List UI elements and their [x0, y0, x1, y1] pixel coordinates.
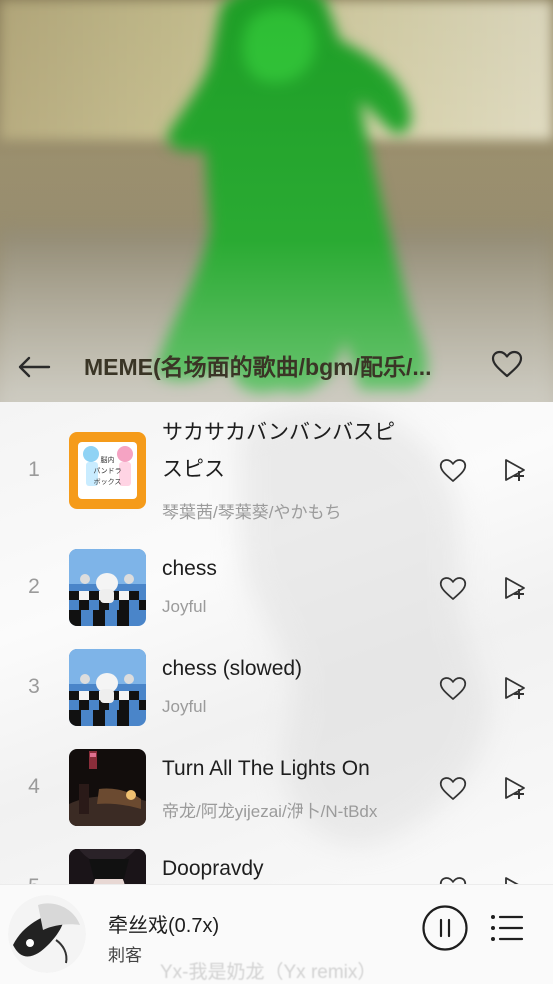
album-cover [69, 549, 146, 626]
song-artist: Joyful [162, 597, 207, 616]
play-add-icon [505, 677, 525, 699]
song-artist: 帝龙/阿龙yijezai/洢卜/N-tBdx [162, 802, 378, 821]
svg-text:脳内: 脳内 [101, 455, 115, 464]
song-title: Doopravdy [162, 857, 264, 880]
play-add-icon [505, 777, 525, 799]
list-item[interactable]: 2 chess Joyful [0, 547, 553, 647]
like-song-button[interactable] [436, 872, 470, 884]
like-song-button[interactable] [436, 772, 470, 804]
track-number: 1 [28, 458, 40, 481]
arrow-left-icon [18, 356, 51, 378]
play-next-button[interactable] [498, 872, 532, 884]
svg-text:パンドラ: パンドラ [93, 467, 121, 475]
like-song-button[interactable] [436, 454, 470, 486]
mini-player[interactable]: Yx-我是奶龙（Yx remix） 牵丝戏(0.7x) 刺客 [0, 884, 553, 984]
song-title: Turn All The Lights On [162, 757, 370, 780]
underlying-song-title: Yx-我是奶龙（Yx remix） [160, 962, 377, 983]
now-playing-title: 牵丝戏(0.7x) [108, 915, 220, 937]
play-next-button[interactable] [498, 454, 532, 486]
playlist-queue-button[interactable] [490, 913, 524, 943]
heart-outline-icon [439, 458, 467, 482]
song-artist: 琴葉茜/琴葉葵/やかもち [162, 503, 342, 522]
album-cover [69, 749, 146, 826]
pause-button[interactable] [422, 905, 468, 951]
track-number: 2 [28, 575, 40, 598]
play-add-icon [505, 459, 525, 481]
favorite-playlist-button[interactable] [488, 346, 526, 382]
list-item[interactable]: 1 脳内 パンドラ ボックス サカサカバンバンバスピスピス 琴葉茜/琴葉葵/やか… [0, 412, 553, 522]
song-title: サカサカバンバンバスピスピス [162, 421, 396, 481]
now-playing-artist: 刺客 [108, 946, 142, 965]
like-song-button[interactable] [436, 672, 470, 704]
list-item[interactable]: 3 chess (slowed) Joyful [0, 647, 553, 747]
song-title: chess (slowed) [162, 657, 303, 680]
like-song-button[interactable] [436, 572, 470, 604]
heart-outline-icon [439, 576, 467, 600]
play-add-icon [505, 577, 525, 599]
album-cover [69, 849, 146, 884]
album-cover [69, 649, 146, 726]
play-next-button[interactable] [498, 672, 532, 704]
playlist-cover-background [0, 0, 553, 402]
pause-circle-icon [422, 905, 468, 951]
song-title: chess [162, 557, 217, 580]
list-item[interactable]: 4 Turn All The Lights On 帝龙/阿龙yijezai/洢卜… [0, 747, 553, 847]
song-artist: Joyful [162, 697, 207, 716]
playlist-title: MEME(名场面的歌曲/bgm/配乐/... [84, 354, 432, 380]
heart-outline-icon [491, 350, 523, 378]
back-button[interactable] [14, 350, 54, 384]
list-item[interactable]: 5 Doopravdy [0, 847, 553, 884]
heart-outline-icon [439, 876, 467, 884]
heart-outline-icon [439, 776, 467, 800]
play-add-icon [505, 877, 519, 884]
playlist-queue-icon [491, 915, 524, 941]
play-next-button[interactable] [498, 572, 532, 604]
svg-text:ボックス: ボックス [94, 478, 122, 486]
track-number: 4 [28, 775, 40, 798]
heart-outline-icon [439, 676, 467, 700]
song-list: 1 脳内 パンドラ ボックス サカサカバンバンバスピスピス 琴葉茜/琴葉葵/やか… [0, 402, 553, 884]
now-playing-cover[interactable] [8, 895, 86, 973]
play-next-button[interactable] [498, 772, 532, 804]
track-number: 5 [14, 875, 54, 884]
album-cover: 脳内 パンドラ ボックス [69, 432, 146, 509]
track-number: 3 [28, 675, 40, 698]
